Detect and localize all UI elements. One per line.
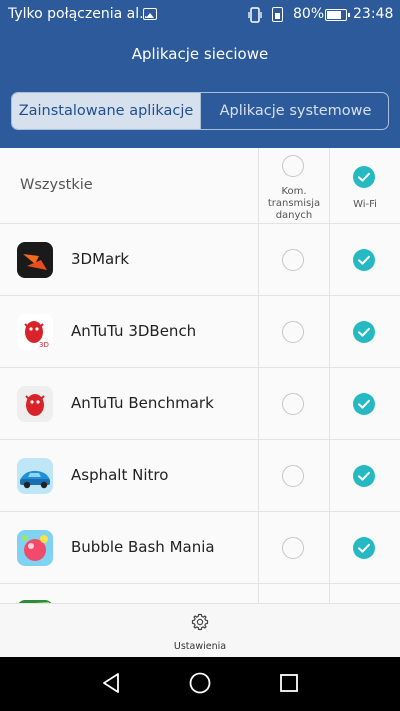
page-title: Aplikacje sieciowe (131, 45, 269, 63)
mobile-data-checkbox[interactable] (282, 537, 304, 559)
mobile-data-checkbox[interactable] (282, 465, 304, 487)
list-item[interactable] (0, 584, 400, 603)
list-item[interactable]: Bubble Bash Mania (0, 512, 400, 584)
settings-label: Ustawienia (173, 641, 227, 652)
wifi-all-checkbox[interactable] (353, 166, 375, 188)
list-item[interactable]: 3D AnTuTu 3DBench (0, 296, 400, 368)
status-bar: Tylko połączenia al... 80% 23:48 (0, 0, 400, 30)
app-name: AnTuTu 3DBench (71, 322, 197, 340)
vibrate-icon (248, 7, 262, 23)
battery-fill (327, 11, 341, 19)
mobile-data-checkbox[interactable] (282, 321, 304, 343)
app-name: AnTuTu Benchmark (71, 394, 214, 412)
battery-percent: 80% (293, 6, 325, 22)
navigation-bar (0, 657, 400, 711)
antutu-benchmark-icon (17, 386, 53, 422)
app-name: Asphalt Nitro (71, 466, 169, 484)
notification-text: Tylko połączenia al... (8, 6, 153, 22)
bottom-toolbar: Ustawienia (0, 603, 400, 657)
mobile-data-all-checkbox[interactable] (282, 155, 304, 177)
3dmark-icon (17, 242, 53, 278)
antutu-3dbench-icon: 3D (17, 314, 53, 350)
mobile-data-column-label: Kom. transmisja danych (267, 186, 321, 221)
gear-icon (191, 613, 209, 631)
recents-icon[interactable] (278, 671, 300, 695)
battery-icon (325, 9, 350, 21)
app-name: Bubble Bash Mania (71, 538, 215, 556)
bubble-bash-mania-icon (17, 530, 53, 566)
list-item[interactable]: 3DMark (0, 224, 400, 296)
list-item[interactable]: AnTuTu Benchmark (0, 368, 400, 440)
mobile-data-checkbox[interactable] (282, 249, 304, 271)
home-icon[interactable] (188, 671, 212, 695)
wifi-checkbox[interactable] (353, 537, 375, 559)
sim-icon (272, 7, 283, 22)
list-item[interactable]: Asphalt Nitro (0, 440, 400, 512)
asphalt-nitro-icon (17, 458, 53, 494)
settings-button[interactable]: Ustawienia (150, 604, 250, 658)
clock: 23:48 (353, 6, 394, 22)
app-header: Tylko połączenia al... 80% 23:48 Aplikac… (0, 0, 400, 148)
app-name: 3DMark (71, 250, 130, 268)
mobile-data-checkbox[interactable] (282, 393, 304, 415)
all-apps-label: Wszystkie (20, 177, 93, 193)
image-icon (143, 8, 157, 20)
back-icon[interactable] (100, 671, 122, 695)
wifi-checkbox[interactable] (353, 465, 375, 487)
tab-installed-apps[interactable]: Zainstalowane aplikacje (12, 93, 200, 129)
tab-switcher: Zainstalowane aplikacje Aplikacje system… (11, 92, 389, 130)
list-header-row: Wszystkie Kom. transmisja danych Wi-Fi (0, 148, 400, 224)
wifi-checkbox[interactable] (353, 393, 375, 415)
wifi-checkbox[interactable] (353, 321, 375, 343)
wifi-column-label: Wi-Fi (353, 199, 377, 210)
wifi-checkbox[interactable] (353, 249, 375, 271)
svg-text:3D: 3D (39, 341, 49, 349)
app-list: Wszystkie Kom. transmisja danych Wi-Fi 3… (0, 148, 400, 603)
tab-system-apps[interactable]: Aplikacje systemowe (200, 93, 388, 129)
